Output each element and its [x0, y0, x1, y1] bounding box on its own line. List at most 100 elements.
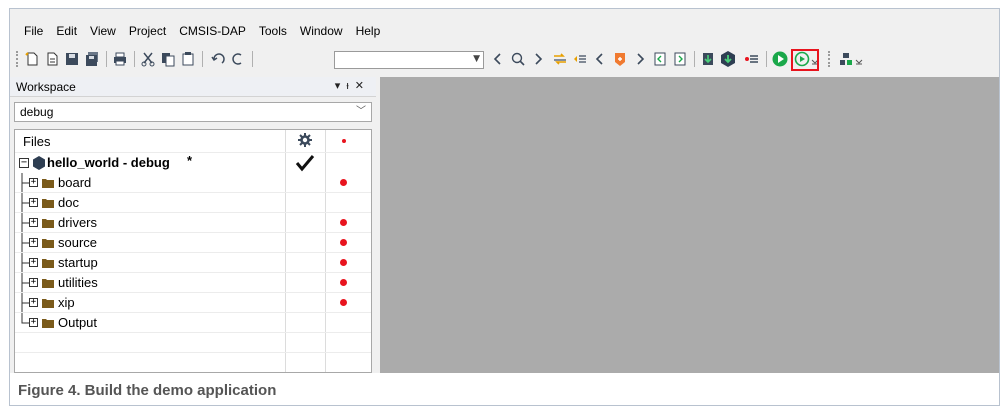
- menu-tools[interactable]: Tools: [253, 24, 294, 38]
- folder-label: xip: [58, 295, 75, 310]
- row-separator: [15, 352, 371, 353]
- figure-caption: Figure 4. Build the demo application: [18, 382, 277, 399]
- red-dot-icon[interactable]: [342, 139, 346, 143]
- menu-file[interactable]: File: [18, 24, 50, 38]
- folder-row-board[interactable]: + board: [15, 173, 371, 193]
- folder-row-drivers[interactable]: + drivers: [15, 213, 371, 233]
- files-column-header[interactable]: Files: [23, 134, 50, 149]
- expand-icon[interactable]: +: [29, 258, 38, 267]
- red-dot-icon: [340, 299, 347, 306]
- expand-icon[interactable]: +: [29, 238, 38, 247]
- folder-label: utilities: [58, 275, 98, 290]
- menu-view[interactable]: View: [84, 24, 123, 38]
- folder-row-utilities[interactable]: + utilities: [15, 273, 371, 293]
- paste-icon[interactable]: [178, 49, 198, 69]
- cut-icon[interactable]: [138, 49, 158, 69]
- menu-help[interactable]: Help: [350, 24, 388, 38]
- save-all-icon[interactable]: [82, 49, 102, 69]
- menu-bar: File Edit View Project CMSIS-DAP Tools W…: [10, 21, 999, 41]
- folder-label: source: [58, 235, 98, 250]
- save-icon[interactable]: [62, 49, 82, 69]
- toolbar-separator: [202, 51, 203, 67]
- files-tree: Files − hello_world - debug * + board + …: [14, 129, 372, 373]
- navigate-forward-icon[interactable]: [630, 49, 650, 69]
- folder-row-startup[interactable]: + startup: [15, 253, 371, 273]
- close-icon[interactable]: ✕: [355, 80, 370, 92]
- build-options-icon[interactable]: [742, 49, 762, 69]
- menu-project[interactable]: Project: [123, 24, 173, 38]
- overflow-chevron-icon[interactable]: [854, 49, 864, 69]
- undo-icon[interactable]: [208, 49, 228, 69]
- folder-icon: [42, 239, 54, 248]
- project-row[interactable]: − hello_world - debug *: [15, 153, 371, 173]
- pin-icon[interactable]: ᵻ: [346, 80, 354, 92]
- expand-icon[interactable]: +: [29, 198, 38, 207]
- find-next-icon[interactable]: [528, 49, 548, 69]
- expand-icon[interactable]: +: [29, 178, 38, 187]
- make-icon[interactable]: [718, 49, 738, 69]
- toolbar-separator: [766, 51, 767, 67]
- menu-cmsis-dap[interactable]: CMSIS-DAP: [173, 24, 253, 38]
- redo-icon[interactable]: [228, 49, 248, 69]
- red-dot-icon: [340, 259, 347, 266]
- toolbar-separator: [252, 51, 253, 67]
- find-icon[interactable]: [508, 49, 528, 69]
- layout-icon[interactable]: [836, 49, 856, 69]
- toolbar-separator: [694, 51, 695, 67]
- red-dot-icon: [340, 239, 347, 246]
- modified-marker: *: [187, 153, 193, 168]
- print-icon[interactable]: [110, 49, 130, 69]
- open-file-icon[interactable]: [42, 49, 62, 69]
- folder-label: Output: [58, 315, 98, 330]
- dropdown-triangle-icon[interactable]: ▾: [335, 80, 347, 92]
- navigate-back-icon[interactable]: [590, 49, 610, 69]
- folder-icon: [42, 319, 54, 328]
- expand-icon[interactable]: +: [29, 298, 38, 307]
- menu-window[interactable]: Window: [294, 24, 350, 38]
- expand-icon[interactable]: +: [29, 218, 38, 227]
- chevron-down-icon[interactable]: ▼: [473, 54, 480, 64]
- workspace-panel: Workspace ▾ᵻ✕ debug ﹀ Files − hello_worl…: [10, 77, 376, 373]
- configuration-select[interactable]: debug ﹀: [14, 102, 372, 122]
- folder-label: drivers: [58, 215, 98, 230]
- toggle-bookmark-icon[interactable]: [550, 49, 570, 69]
- gear-icon[interactable]: [298, 133, 312, 150]
- row-separator: [15, 332, 371, 333]
- checkmark-icon: [295, 154, 315, 175]
- new-file-icon[interactable]: [22, 49, 42, 69]
- toolbar-search-combo[interactable]: ▼: [334, 51, 484, 69]
- ide-window: File Edit View Project CMSIS-DAP Tools W…: [10, 9, 999, 373]
- compile-icon[interactable]: [698, 49, 718, 69]
- copy-icon[interactable]: [158, 49, 178, 69]
- screenshot-frame: File Edit View Project CMSIS-DAP Tools W…: [9, 8, 1000, 406]
- folder-icon: [42, 199, 54, 208]
- toolbar-separator: [134, 51, 135, 67]
- prev-bookmark-icon[interactable]: [650, 49, 670, 69]
- collapse-icon[interactable]: −: [19, 158, 29, 168]
- red-dot-icon: [340, 219, 347, 226]
- workspace-title-bar: Workspace ▾ᵻ✕: [10, 77, 376, 97]
- menu-edit[interactable]: Edit: [50, 24, 84, 38]
- expand-icon[interactable]: +: [29, 318, 38, 327]
- folder-label: board: [58, 175, 92, 190]
- folder-icon: [42, 299, 54, 308]
- find-back-icon[interactable]: [488, 49, 508, 69]
- workspace-title: Workspace: [16, 79, 76, 94]
- folder-icon: [42, 219, 54, 228]
- toolbar-grip[interactable]: [16, 51, 18, 67]
- folder-icon: [42, 179, 54, 188]
- folder-row-source[interactable]: + source: [15, 233, 371, 253]
- go-to-icon[interactable]: [570, 49, 590, 69]
- red-dot-icon: [340, 179, 347, 186]
- row-separator: [15, 372, 371, 373]
- workspace-window-controls[interactable]: ▾ᵻ✕: [335, 79, 370, 92]
- chevron-down-icon[interactable]: ﹀: [356, 103, 366, 121]
- expand-icon[interactable]: +: [29, 278, 38, 287]
- download-debug-icon[interactable]: [770, 49, 790, 69]
- next-bookmark-icon[interactable]: [670, 49, 690, 69]
- folder-row-output[interactable]: + Output: [15, 313, 371, 333]
- folder-row-doc[interactable]: + doc: [15, 193, 371, 213]
- breakpoint-icon[interactable]: [610, 49, 630, 69]
- toolbar-grip[interactable]: [828, 51, 830, 67]
- folder-row-xip[interactable]: + xip: [15, 293, 371, 313]
